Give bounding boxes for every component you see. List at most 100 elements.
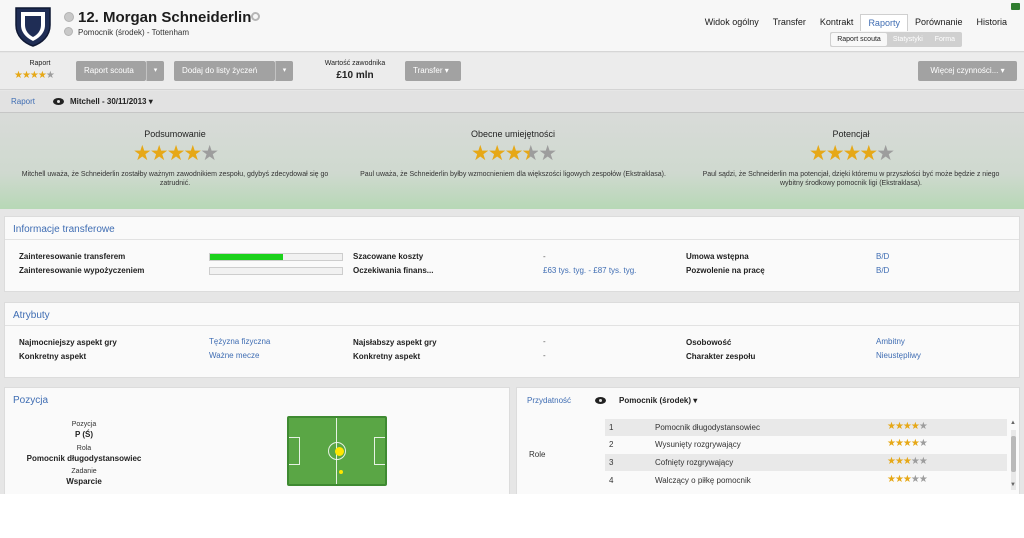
position-selector[interactable]: Pomocnik (środek) ▾ — [619, 396, 697, 405]
summary-column: Podsumowanie ★★★★★ Mitchell uważa, że Sc… — [10, 129, 340, 188]
divider — [5, 239, 1019, 240]
role-row[interactable]: 4 Walczący o piłkę pomocnik ★★★★★ — [605, 472, 1007, 489]
potential-column: Potencjał ★★★★★ Paul sądzi, że Schneider… — [686, 129, 1016, 188]
strongest-value[interactable]: Tężyzna fizyczna — [209, 337, 270, 346]
nav-overview[interactable]: Widok ogólny — [698, 14, 766, 31]
pre-contract-label: Umowa wstępna — [686, 252, 749, 261]
player-report-screen: 12. Morgan Schneiderlin Pomocnik (środek… — [0, 0, 1024, 494]
nav-reports[interactable]: Raporty — [860, 14, 908, 31]
scroll-down-icon[interactable]: ▼ — [1010, 482, 1016, 488]
interest-transfer-fill — [210, 254, 283, 260]
personality-value[interactable]: Ambitny — [876, 337, 905, 346]
role-name: Cofnięty rozgrywający — [655, 458, 734, 467]
role-number: 1 — [609, 423, 614, 432]
current-ability-text: Paul uważa, że Schneiderlin byłby wzmocn… — [360, 171, 666, 178]
subnav-form[interactable]: Forma — [929, 33, 961, 46]
summary-stars: ★★★★★ — [132, 142, 219, 165]
interest-loan-label: Zainteresowanie wypożyczeniem — [19, 266, 145, 275]
report-bar: Raport Mitchell - 30/11/2013 ▾ — [0, 91, 1024, 113]
left-penalty-box — [289, 437, 300, 465]
team-character-label: Charakter zespołu — [686, 352, 756, 361]
specific2-value: - — [543, 351, 546, 360]
role-number: 3 — [609, 458, 614, 467]
subnav-stats[interactable]: Statystyki — [887, 33, 929, 46]
divider — [5, 325, 1019, 326]
specific2-label: Konkretny aspekt — [353, 352, 421, 361]
position-marker-secondary — [339, 470, 343, 474]
summary-text: Mitchell uważa, że Schneiderlin zostałby… — [21, 171, 329, 187]
duty-label: Zadanie — [71, 468, 97, 475]
shortlist-pin-icon[interactable] — [64, 27, 73, 36]
player-header: 12. Morgan Schneiderlin Pomocnik (środek… — [0, 0, 1024, 52]
est-cost-value: - — [543, 252, 546, 261]
position-value: P (Ś) — [74, 430, 94, 439]
nav-transfer[interactable]: Transfer — [766, 14, 813, 31]
wage-expect-label: Oczekiwania finans... — [353, 266, 434, 275]
nav-history[interactable]: Historia — [969, 14, 1014, 31]
favourite-pin-icon[interactable] — [64, 12, 74, 22]
strongest-label: Najmocniejszy aspekt gry — [19, 338, 117, 347]
role-stars: ★★★★★ — [887, 421, 928, 432]
weakest-value: - — [543, 337, 546, 346]
pitch-diagram — [287, 416, 387, 486]
interest-transfer-bar — [209, 253, 343, 261]
reports-subnav: Raport scouta Statystyki Forma — [830, 32, 962, 47]
player-value-label: Wartość zawodnika — [324, 60, 386, 67]
suitability-tab[interactable]: Przydatność — [527, 396, 571, 405]
position-marker — [335, 447, 344, 456]
interest-transfer-label: Zainteresowanie transferem — [19, 252, 126, 261]
action-toolbar: Raport ★★★★★ Raport scouta ▾ Dodaj do li… — [0, 53, 1024, 90]
top-nav: Widok ogólny Transfer Kontrakt Raporty P… — [698, 14, 1014, 31]
position-panel: Pozycja Pozycja P (Ś) Rola Pomocnik dług… — [4, 387, 510, 494]
nav-contract[interactable]: Kontrakt — [813, 14, 861, 31]
player-value: £10 mln — [336, 70, 374, 81]
scout-report-dropdown[interactable]: ▾ — [146, 61, 164, 81]
role-row[interactable]: 2 Wysunięty rozgrywający ★★★★★ — [605, 436, 1007, 453]
transfer-button[interactable]: Transfer ▾ — [405, 61, 461, 81]
summary-title: Podsumowanie — [144, 129, 206, 139]
screen-icon[interactable] — [1011, 3, 1020, 10]
work-permit-value: B/D — [876, 266, 890, 275]
gear-icon[interactable] — [251, 12, 260, 21]
role-stars: ★★★★★ — [887, 438, 928, 449]
scout-selector[interactable]: Mitchell - 30/11/2013 ▾ — [70, 97, 153, 106]
role-stars: ★★★★★ — [887, 456, 928, 467]
role-row[interactable]: 1 Pomocnik długodystansowiec ★★★★★ — [605, 419, 1007, 436]
wage-expect-value: £63 tys. tyg. - £87 tys. tyg. — [543, 266, 637, 275]
potential-title: Potencjał — [832, 129, 870, 139]
specific-label: Konkretny aspekt — [19, 352, 87, 361]
attributes-title: Atrybuty — [13, 310, 50, 321]
subnav-scout-report[interactable]: Raport scouta — [831, 33, 887, 46]
current-ability-title: Obecne umiejętności — [470, 129, 556, 139]
interest-loan-bar — [209, 267, 343, 275]
more-actions-button[interactable]: Więcej czynności... ▾ — [918, 61, 1017, 81]
pre-contract-value: B/D — [876, 252, 890, 261]
add-to-shortlist-dropdown[interactable]: ▾ — [275, 61, 293, 81]
attributes-panel: Atrybuty Najmocniejszy aspekt gry Tężyzn… — [4, 302, 1020, 378]
scout-report-summary: Raport Mitchell - 30/11/2013 ▾ Podsumowa… — [0, 91, 1024, 209]
duty-value: Wsparcie — [66, 477, 102, 486]
role-label: Rola — [76, 445, 92, 452]
scout-report-button[interactable]: Raport scouta — [76, 61, 146, 81]
est-cost-label: Szacowane koszty — [353, 252, 424, 261]
scrollbar-thumb[interactable] — [1011, 436, 1016, 472]
report-tab[interactable]: Raport — [11, 97, 35, 106]
roles-label: Role — [529, 450, 546, 459]
current-ability-stars: ★★★★★ — [470, 142, 557, 165]
role-number: 2 — [609, 440, 614, 449]
role-number: 4 — [609, 476, 614, 485]
role-row[interactable]: 3 Cofnięty rozgrywający ★★★★★ — [605, 454, 1007, 471]
potential-stars: ★★★★★ — [808, 142, 895, 165]
nav-comparison[interactable]: Porównanie — [908, 14, 970, 31]
transfer-info-panel: Informacje transferowe Zainteresowanie t… — [4, 216, 1020, 292]
current-ability-column: Obecne umiejętności ★★★★★ Paul uważa, że… — [348, 129, 678, 179]
potential-text: Paul sądzi, że Schneiderlin ma potencjał… — [702, 171, 1000, 187]
specific-value[interactable]: Ważne mecze — [209, 351, 259, 360]
position-title: Pozycja — [13, 395, 49, 406]
work-permit-label: Pozwolenie na pracę — [686, 266, 765, 275]
team-character-value[interactable]: Nieustępliwy — [876, 351, 921, 360]
scroll-up-icon[interactable]: ▲ — [1010, 420, 1016, 426]
position-label: Pozycja — [71, 421, 97, 428]
add-to-shortlist-button[interactable]: Dodaj do listy życzeń — [174, 61, 275, 81]
role-stars: ★★★★★ — [887, 474, 928, 485]
